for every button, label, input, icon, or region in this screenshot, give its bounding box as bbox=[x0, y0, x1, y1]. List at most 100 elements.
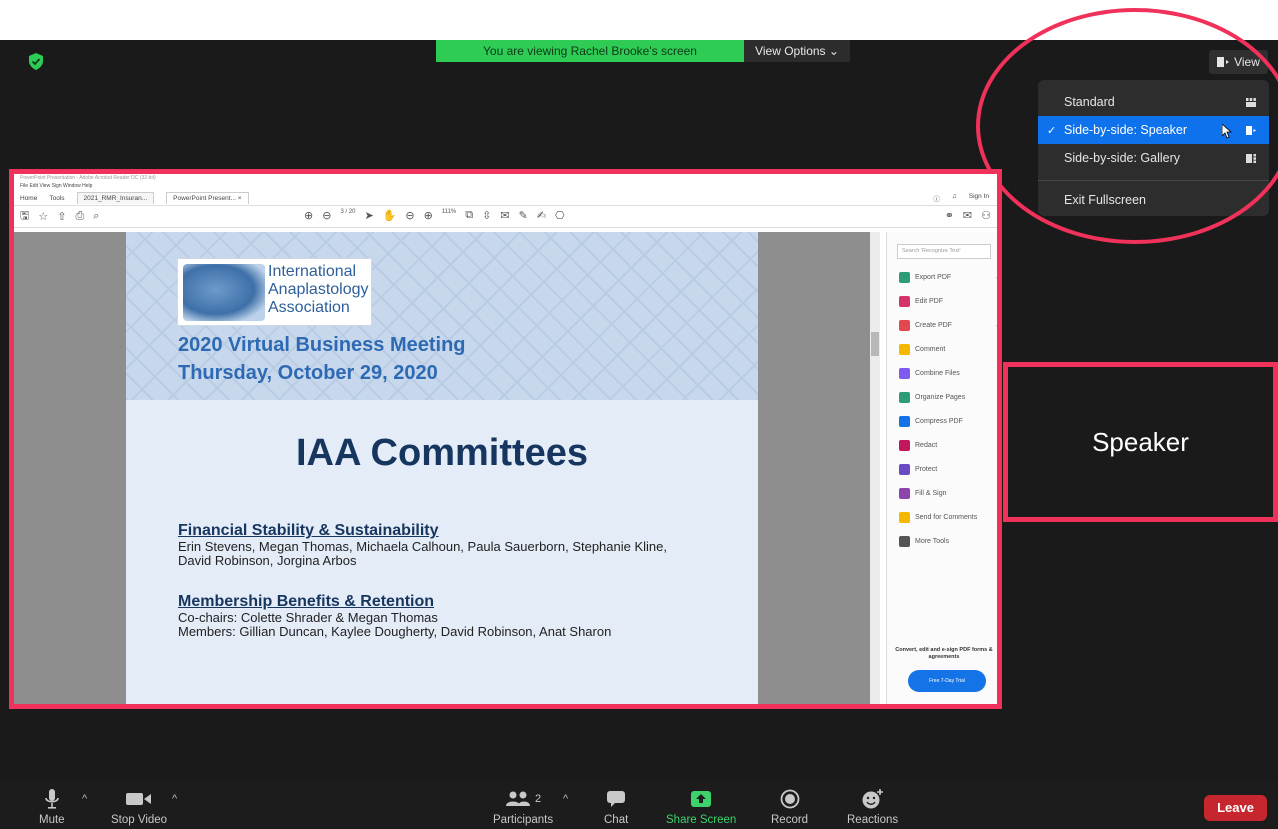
scroll-mode-icon[interactable]: ⇳ bbox=[482, 209, 491, 222]
reactions-label: Reactions bbox=[847, 814, 899, 826]
acrobat-tool-item[interactable]: Edit PDF bbox=[899, 294, 943, 308]
participant-count: 2 bbox=[534, 793, 542, 805]
meeting-date: Thursday, October 29, 2020 bbox=[178, 362, 438, 384]
chat-label: Chat bbox=[604, 814, 629, 826]
logo-line: Association bbox=[268, 299, 350, 316]
document-scrollbar[interactable] bbox=[870, 232, 880, 704]
hand-tool-icon[interactable]: ✋ bbox=[383, 209, 397, 222]
promo-text: Convert, edit and e-sign PDF forms & agr… bbox=[895, 647, 993, 660]
free-trial-button[interactable]: Free 7-Day Trial bbox=[908, 670, 986, 692]
record-label: Record bbox=[771, 814, 809, 826]
acrobat-menu-bar[interactable]: File Edit View Sign Window Help bbox=[14, 182, 997, 191]
participants-button[interactable]: 2 Participants bbox=[493, 787, 553, 826]
scrollbar-thumb[interactable] bbox=[871, 332, 879, 356]
search-icon[interactable]: ⌕ bbox=[93, 210, 99, 223]
tab-home[interactable]: Home bbox=[20, 195, 37, 202]
zoom-level[interactable]: 111% bbox=[442, 209, 456, 222]
user-add-icon[interactable]: ⚇ bbox=[981, 209, 991, 222]
stop-video-button[interactable]: Stop Video bbox=[111, 787, 167, 826]
tool-label: Comment bbox=[915, 345, 946, 353]
zoom-in-icon[interactable]: ⊕ bbox=[424, 209, 433, 222]
leave-button[interactable]: Leave bbox=[1204, 795, 1267, 821]
fit-page-icon[interactable]: ⧉ bbox=[465, 209, 473, 222]
acrobat-toolbar: 🖫 ☆ ⇧ ⎙ ⌕ ⊕ ⊖ 3 / 20 ➤ ✋ ⊖ ⊕ 111% ⧉ ⇳ ✉ … bbox=[14, 206, 997, 228]
mute-button[interactable]: Mute bbox=[39, 787, 65, 826]
tool-label: Create PDF bbox=[915, 321, 952, 329]
tool-icon bbox=[899, 535, 910, 547]
tool-icon bbox=[899, 367, 910, 379]
chevron-down-icon[interactable]: ⌄ bbox=[995, 274, 997, 281]
select-pointer-icon[interactable]: ➤ bbox=[364, 209, 373, 222]
logo-line: Anaplastology bbox=[268, 281, 369, 298]
page-indicator[interactable]: 3 / 20 bbox=[340, 209, 355, 222]
tool-label: Send for Comments bbox=[915, 513, 978, 521]
acrobat-tab-bar: Home Tools 2021_RMR_Insuran... PowerPoin… bbox=[14, 191, 997, 206]
globe-icon bbox=[183, 264, 265, 321]
video-options-caret[interactable]: ^ bbox=[172, 793, 177, 805]
participants-options-caret[interactable]: ^ bbox=[563, 793, 568, 805]
tab-insurance-doc[interactable]: 2021_RMR_Insuran... bbox=[76, 192, 155, 204]
zoom-out-icon[interactable]: ⊖ bbox=[405, 209, 414, 222]
chat-button[interactable]: Chat bbox=[604, 787, 628, 826]
audio-options-caret[interactable]: ^ bbox=[82, 793, 87, 805]
sign-in-link[interactable]: Sign In bbox=[969, 193, 989, 203]
encryption-shield-icon[interactable] bbox=[28, 53, 44, 70]
tool-label: Redact bbox=[915, 441, 938, 449]
acrobat-tool-item[interactable]: Export PDF ⌄ bbox=[899, 270, 997, 284]
tool-icon bbox=[899, 319, 910, 331]
tool-label: Protect bbox=[915, 465, 938, 473]
help-icon[interactable]: ⓘ bbox=[933, 193, 940, 203]
comment-icon[interactable]: ✉ bbox=[500, 209, 509, 222]
print-icon[interactable]: ⎙ bbox=[75, 210, 84, 223]
share-screen-button[interactable]: Share Screen bbox=[666, 787, 736, 826]
acrobat-tool-item[interactable]: Comment bbox=[899, 342, 945, 356]
committee-block: Financial Stability & Sustainability Eri… bbox=[178, 522, 667, 568]
acrobat-tool-item[interactable]: Compress PDF bbox=[899, 414, 963, 428]
page-down-icon[interactable]: ⊖ bbox=[322, 209, 331, 222]
acrobat-tool-item[interactable]: Organize Pages bbox=[899, 390, 965, 404]
reactions-button[interactable]: Reactions bbox=[847, 787, 898, 826]
speaker-video-tile[interactable]: Speaker bbox=[1003, 362, 1278, 522]
shared-screen[interactable]: PowerPoint Presentation - Adobe Acrobat … bbox=[9, 169, 1002, 709]
slide-header-banner: International Anaplastology Association … bbox=[126, 232, 758, 400]
tool-icon bbox=[899, 463, 910, 475]
recognize-text-search[interactable]: Search 'Recognize Text' bbox=[897, 244, 991, 259]
acrobat-tool-item[interactable]: Fill & Sign bbox=[899, 486, 947, 500]
page-up-icon[interactable]: ⊕ bbox=[304, 209, 313, 222]
tool-icon bbox=[899, 295, 910, 307]
tool-icon bbox=[899, 391, 910, 403]
sign-icon[interactable]: ✍ bbox=[537, 209, 546, 222]
acrobat-tool-item[interactable]: More Tools bbox=[899, 534, 949, 548]
tool-label: Combine Files bbox=[915, 369, 960, 377]
bookmark-star-icon[interactable]: ☆ bbox=[38, 210, 48, 223]
chevron-down-icon[interactable]: ⌄ bbox=[995, 322, 997, 329]
upload-icon[interactable]: ⇧ bbox=[57, 210, 66, 223]
tool-label: Compress PDF bbox=[915, 417, 963, 425]
tool-icon bbox=[899, 271, 910, 283]
acrobat-tool-item[interactable]: Protect bbox=[899, 462, 937, 476]
record-button[interactable]: Record bbox=[771, 787, 808, 826]
pdf-document-area[interactable]: International Anaplastology Association … bbox=[14, 232, 870, 704]
mail-icon[interactable]: ✉ bbox=[963, 209, 972, 222]
participants-icon bbox=[505, 791, 530, 806]
speaker-name: Speaker bbox=[1092, 426, 1189, 457]
tab-tools[interactable]: Tools bbox=[49, 195, 64, 202]
acrobat-tool-item[interactable]: Combine Files bbox=[899, 366, 960, 380]
acrobat-tool-item[interactable]: Create PDF ⌄ bbox=[899, 318, 997, 332]
committee-line: Erin Stevens, Megan Thomas, Michaela Cal… bbox=[178, 539, 667, 554]
bell-icon[interactable]: ♫ bbox=[952, 193, 957, 203]
share-link-icon[interactable]: ⚭ bbox=[945, 209, 954, 222]
acrobat-tool-item[interactable]: Send for Comments bbox=[899, 510, 977, 524]
tool-icon bbox=[899, 511, 910, 523]
acrobat-tool-item[interactable]: Redact bbox=[899, 438, 937, 452]
save-icon[interactable]: 🖫 bbox=[20, 207, 29, 226]
committee-block: Membership Benefits & Retention Co-chair… bbox=[178, 593, 611, 639]
pen-icon[interactable]: ✎ bbox=[519, 209, 528, 222]
participants-label: Participants bbox=[493, 814, 554, 826]
stamp-icon[interactable]: ⎔ bbox=[555, 209, 565, 222]
committee-heading: Membership Benefits & Retention bbox=[178, 593, 435, 610]
microphone-icon bbox=[44, 789, 59, 809]
view-options-button[interactable]: View Options ⌄ bbox=[744, 40, 850, 62]
tab-powerpoint-presentation[interactable]: PowerPoint Present... × bbox=[166, 192, 249, 204]
tool-label: More Tools bbox=[915, 537, 950, 545]
